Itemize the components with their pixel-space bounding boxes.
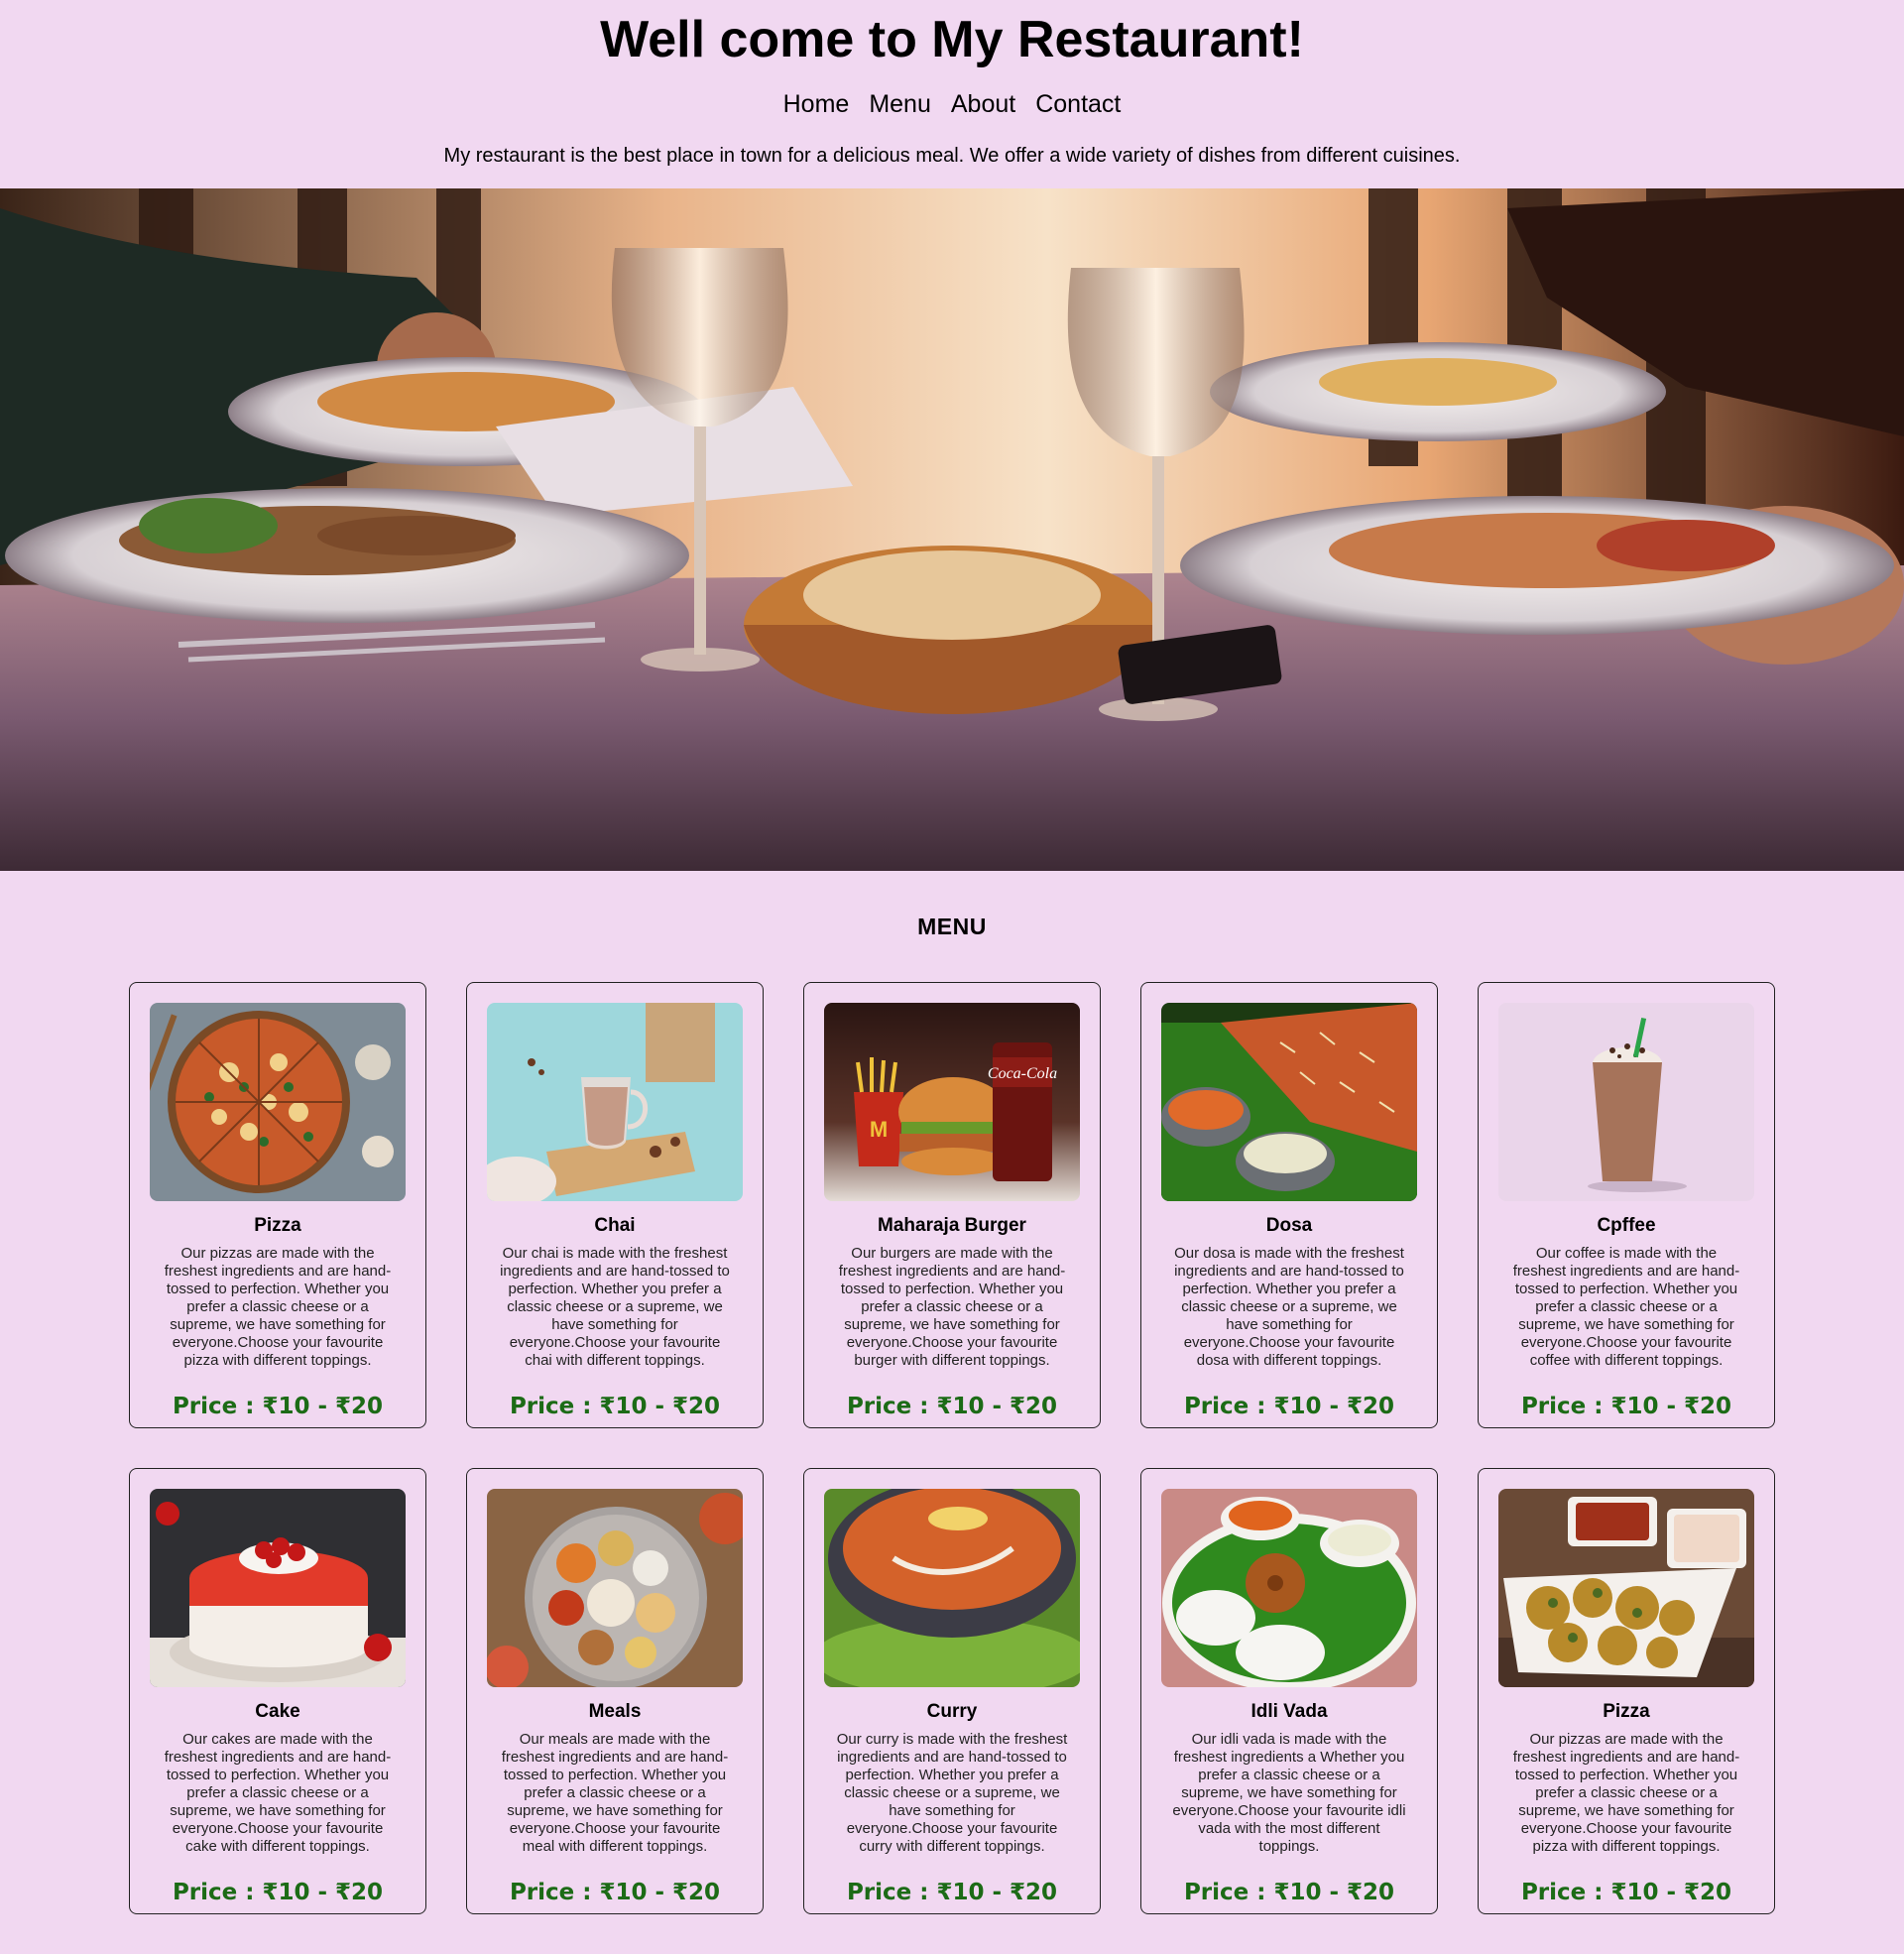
menu-item-price: Price : ₹10 - ₹20 (1183, 1880, 1395, 1905)
svg-text:Coca-Cola: Coca-Cola (988, 1065, 1057, 1082)
chai-image (487, 1003, 743, 1201)
menu-item-price: Price : ₹10 - ₹20 (1520, 1880, 1732, 1905)
menu-item-name: Pizza (1603, 1701, 1650, 1722)
menu-card-cake[interactable]: Cake Our cakes are made with the freshes… (129, 1468, 426, 1914)
menu-item-description: Our chai is made with the freshest ingre… (500, 1245, 730, 1369)
menu-card-pizza-2[interactable]: Pizza Our pizzas are made with the fresh… (1478, 1468, 1775, 1914)
menu-item-description: Our cakes are made with the freshest ing… (164, 1731, 392, 1855)
main-nav: Home Menu About Contact (0, 89, 1904, 119)
menu-item-name: Dosa (1265, 1215, 1313, 1236)
svg-text:M: M (870, 1117, 888, 1142)
site-header: Well come to My Restaurant! Home Menu Ab… (0, 0, 1904, 188)
menu-grid: Pizza Our pizzas are made with the fresh… (129, 982, 1775, 1914)
menu-item-description: Our pizzas are made with the freshest in… (164, 1245, 392, 1369)
menu-card-meals[interactable]: Meals Our meals are made with the freshe… (466, 1468, 764, 1914)
coffee-image (1498, 1003, 1754, 1201)
menu-item-description: Our idli vada is made with the freshest … (1172, 1731, 1406, 1855)
nav-link-home[interactable]: Home (783, 89, 850, 119)
menu-item-price: Price : ₹10 - ₹20 (172, 1394, 384, 1419)
site-title: Well come to My Restaurant! (600, 11, 1304, 68)
nav-link-about[interactable]: About (951, 89, 1015, 119)
idli-vada-image (1161, 1489, 1417, 1687)
menu-item-description: Our burgers are made with the freshest i… (838, 1245, 1066, 1369)
pakora-image (1498, 1489, 1754, 1687)
menu-item-description: Our meals are made with the freshest ing… (501, 1731, 729, 1855)
pizza-image (150, 1003, 406, 1201)
menu-item-price: Price : ₹10 - ₹20 (1183, 1394, 1395, 1419)
menu-item-name: Chai (594, 1215, 636, 1236)
menu-item-name: Meals (588, 1701, 642, 1722)
curry-image (824, 1489, 1080, 1687)
meals-image (487, 1489, 743, 1687)
menu-item-name: Pizza (254, 1215, 301, 1236)
menu-card-burger[interactable]: M Coca-Cola Maharaja Burger Our burgers … (803, 982, 1101, 1428)
menu-card-pizza[interactable]: Pizza Our pizzas are made with the fresh… (129, 982, 426, 1428)
dosa-image (1161, 1003, 1417, 1201)
menu-item-price: Price : ₹10 - ₹20 (172, 1880, 384, 1905)
menu-card-idli-vada[interactable]: Idli Vada Our idli vada is made with the… (1140, 1468, 1438, 1914)
menu-item-description: Our coffee is made with the freshest ing… (1512, 1245, 1740, 1369)
menu-item-price: Price : ₹10 - ₹20 (509, 1394, 721, 1419)
menu-item-price: Price : ₹10 - ₹20 (846, 1394, 1058, 1419)
menu-item-name: Cake (255, 1701, 300, 1722)
hero-image (0, 188, 1904, 871)
menu-item-price: Price : ₹10 - ₹20 (1520, 1394, 1732, 1419)
menu-item-price: Price : ₹10 - ₹20 (509, 1880, 721, 1905)
nav-link-menu[interactable]: Menu (869, 89, 931, 119)
menu-card-coffee[interactable]: Cpffee Our coffee is made with the fresh… (1478, 982, 1775, 1428)
menu-item-name: Maharaja Burger (878, 1215, 1026, 1236)
menu-card-dosa[interactable]: Dosa Our dosa is made with the freshest … (1140, 982, 1438, 1428)
menu-item-description: Our dosa is made with the freshest ingre… (1174, 1245, 1404, 1369)
menu-item-description: Our curry is made with the freshest ingr… (836, 1731, 1068, 1855)
menu-card-chai[interactable]: Chai Our chai is made with the freshest … (466, 982, 764, 1428)
page: Well come to My Restaurant! Home Menu Ab… (0, 0, 1904, 1954)
menu-item-name: Curry (926, 1701, 978, 1722)
menu-card-curry[interactable]: Curry Our curry is made with the freshes… (803, 1468, 1101, 1914)
intro-text: My restaurant is the best place in town … (443, 145, 1461, 167)
menu-item-name: Cpffee (1597, 1215, 1656, 1236)
cake-image (150, 1489, 406, 1687)
burger-image: M Coca-Cola (824, 1003, 1080, 1201)
menu-item-description: Our pizzas are made with the freshest in… (1512, 1731, 1740, 1855)
menu-item-name: Idli Vada (1250, 1701, 1328, 1722)
nav-link-contact[interactable]: Contact (1035, 89, 1121, 119)
menu-item-price: Price : ₹10 - ₹20 (846, 1880, 1058, 1905)
menu-heading: MENU (917, 914, 987, 940)
